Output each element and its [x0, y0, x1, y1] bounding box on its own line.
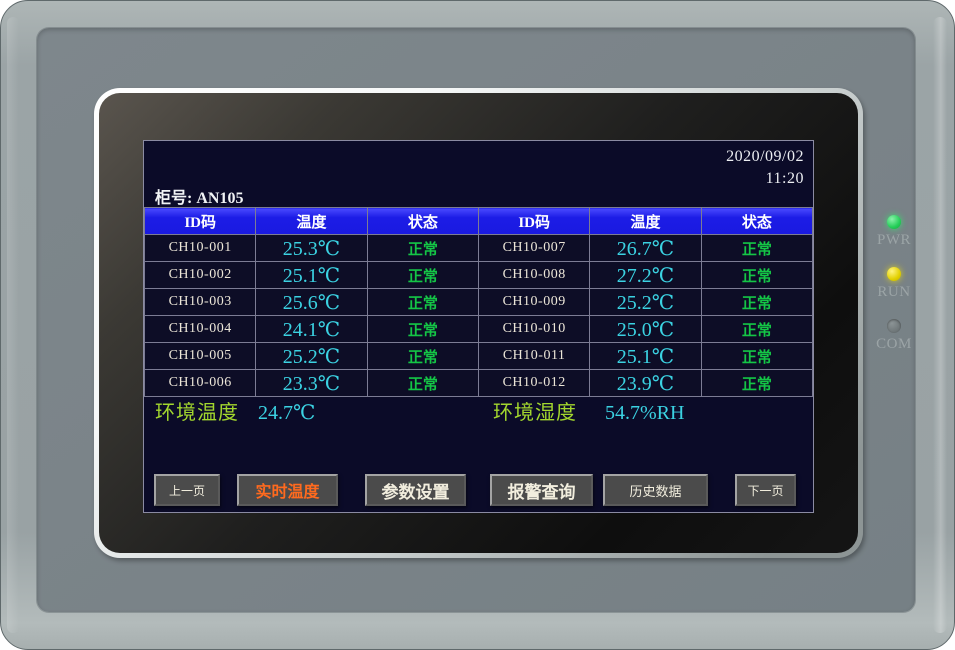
channel-id-cell: CH10-001 [145, 235, 256, 262]
status-cell: 正常 [701, 343, 812, 370]
status-cell: 正常 [701, 262, 812, 289]
temperature-cell: 25.6℃ [256, 289, 367, 316]
temperature-cell: 26.7℃ [590, 235, 701, 262]
temperature-cell: 24.1℃ [256, 316, 367, 343]
status-cell: 正常 [367, 343, 478, 370]
temperature-cell: 27.2℃ [590, 262, 701, 289]
table-header-row: ID码 温度 状态 ID码 温度 状态 [145, 208, 813, 235]
pwr-indicator: PWR [867, 215, 921, 249]
ambient-temperature-value: 24.7℃ [258, 400, 315, 426]
screen-frame: 2020/09/02 11:20 柜号: AN105 ID码 温度 状态 ID码… [94, 88, 863, 558]
cabinet-label: 柜号: AN105 [155, 184, 243, 208]
lcd-screen: 2020/09/02 11:20 柜号: AN105 ID码 温度 状态 ID码… [143, 140, 814, 513]
ambient-row: 环境温度 24.7℃ 环境湿度 54.7%RH [144, 400, 813, 426]
screen-glass: 2020/09/02 11:20 柜号: AN105 ID码 温度 状态 ID码… [99, 93, 858, 553]
run-led-label: RUN [867, 284, 921, 301]
status-cell: 正常 [367, 262, 478, 289]
column-header: 温度 [590, 208, 701, 235]
com-indicator: COM [867, 319, 921, 353]
column-header: 温度 [256, 208, 367, 235]
next-page-button[interactable]: 下一页 [735, 474, 796, 506]
status-cell: 正常 [367, 289, 478, 316]
run-indicator: RUN [867, 267, 921, 301]
date-text: 2020/09/02 [726, 148, 804, 166]
temperature-cell: 25.0℃ [590, 316, 701, 343]
table-row: CH10-006 23.3℃ 正常 CH10-012 23.9℃ 正常 [145, 370, 813, 397]
alarm-query-button[interactable]: 报警查询 [490, 474, 593, 506]
temperature-cell: 25.2℃ [590, 289, 701, 316]
time-text: 11:20 [766, 170, 804, 188]
ambient-humidity-label: 环境湿度 [493, 400, 577, 426]
channel-id-cell: CH10-002 [145, 262, 256, 289]
realtime-temp-button[interactable]: 实时温度 [237, 474, 338, 506]
column-header: 状态 [367, 208, 478, 235]
status-cell: 正常 [701, 289, 812, 316]
temperature-table: ID码 温度 状态 ID码 温度 状态 CH10-001 25.3℃ 正常 CH… [144, 207, 813, 397]
channel-id-cell: CH10-006 [145, 370, 256, 397]
temperature-cell: 23.9℃ [590, 370, 701, 397]
table-row: CH10-004 24.1℃ 正常 CH10-010 25.0℃ 正常 [145, 316, 813, 343]
pwr-led-label: PWR [867, 232, 921, 249]
prev-page-button[interactable]: 上一页 [154, 474, 220, 506]
run-led-icon [887, 267, 901, 281]
channel-id-cell: CH10-007 [478, 235, 589, 262]
column-header: ID码 [478, 208, 589, 235]
table-row: CH10-002 25.1℃ 正常 CH10-008 27.2℃ 正常 [145, 262, 813, 289]
channel-id-cell: CH10-005 [145, 343, 256, 370]
status-cell: 正常 [367, 235, 478, 262]
status-cell: 正常 [701, 370, 812, 397]
com-led-icon [887, 319, 901, 333]
status-cell: 正常 [701, 316, 812, 343]
temperature-cell: 23.3℃ [256, 370, 367, 397]
temperature-cell: 25.3℃ [256, 235, 367, 262]
com-led-label: COM [867, 336, 921, 353]
table-row: CH10-001 25.3℃ 正常 CH10-007 26.7℃ 正常 [145, 235, 813, 262]
pwr-led-icon [887, 215, 901, 229]
table-row: CH10-005 25.2℃ 正常 CH10-011 25.1℃ 正常 [145, 343, 813, 370]
column-header: ID码 [145, 208, 256, 235]
status-cell: 正常 [367, 370, 478, 397]
hmi-device-frame: 2020/09/02 11:20 柜号: AN105 ID码 温度 状态 ID码… [0, 0, 955, 650]
status-cell: 正常 [367, 316, 478, 343]
channel-id-cell: CH10-012 [478, 370, 589, 397]
table-row: CH10-003 25.6℃ 正常 CH10-009 25.2℃ 正常 [145, 289, 813, 316]
column-header: 状态 [701, 208, 812, 235]
channel-id-cell: CH10-004 [145, 316, 256, 343]
temperature-cell: 25.1℃ [590, 343, 701, 370]
status-cell: 正常 [701, 235, 812, 262]
history-data-button[interactable]: 历史数据 [603, 474, 708, 506]
param-settings-button[interactable]: 参数设置 [365, 474, 466, 506]
ambient-humidity-value: 54.7%RH [605, 400, 684, 426]
channel-id-cell: CH10-008 [478, 262, 589, 289]
channel-id-cell: CH10-009 [478, 289, 589, 316]
temperature-cell: 25.1℃ [256, 262, 367, 289]
channel-id-cell: CH10-010 [478, 316, 589, 343]
channel-id-cell: CH10-011 [478, 343, 589, 370]
channel-id-cell: CH10-003 [145, 289, 256, 316]
ambient-temperature-label: 环境温度 [155, 400, 239, 426]
temperature-cell: 25.2℃ [256, 343, 367, 370]
